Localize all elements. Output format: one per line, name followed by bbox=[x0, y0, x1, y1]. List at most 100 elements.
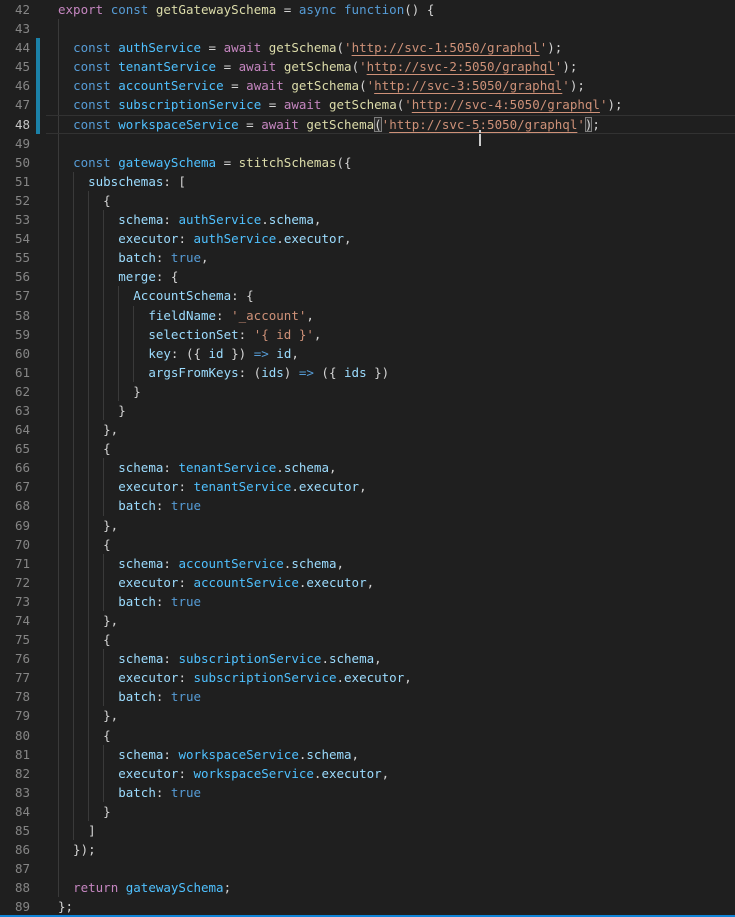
code-line-content[interactable]: executor: subscriptionService.executor, bbox=[58, 668, 735, 687]
code-line-content[interactable]: schema: authService.schema, bbox=[58, 210, 735, 229]
line-number[interactable]: 54 bbox=[0, 229, 30, 248]
modified-lines-indicator[interactable] bbox=[36, 76, 40, 95]
code-line-content[interactable]: const tenantService = await getSchema('h… bbox=[58, 57, 735, 76]
line-number[interactable]: 59 bbox=[0, 325, 30, 344]
line-number[interactable]: 61 bbox=[0, 363, 30, 382]
code-line-content[interactable] bbox=[58, 859, 735, 878]
line-number[interactable]: 42 bbox=[0, 0, 30, 19]
code-line-content[interactable]: fieldName: '_account', bbox=[58, 306, 735, 325]
line-number[interactable]: 88 bbox=[0, 878, 30, 897]
line-number[interactable]: 75 bbox=[0, 630, 30, 649]
line-number[interactable]: 80 bbox=[0, 726, 30, 745]
code-line-content[interactable]: const gatewaySchema = stitchSchemas({ bbox=[58, 153, 735, 172]
code-line-content[interactable]: }, bbox=[58, 706, 735, 725]
code-line-content[interactable]: const workspaceService = await getSchema… bbox=[58, 115, 735, 134]
code-line-content[interactable]: executor: workspaceService.executor, bbox=[58, 764, 735, 783]
modified-lines-indicator[interactable] bbox=[36, 95, 40, 114]
code-line-content[interactable]: argsFromKeys: (ids) => ({ ids }) bbox=[58, 363, 735, 382]
code-line-content[interactable]: } bbox=[58, 401, 735, 420]
line-number[interactable]: 67 bbox=[0, 477, 30, 496]
code-line-content[interactable]: executor: accountService.executor, bbox=[58, 573, 735, 592]
line-number[interactable]: 64 bbox=[0, 420, 30, 439]
line-number[interactable]: 55 bbox=[0, 248, 30, 267]
line-number[interactable]: 73 bbox=[0, 592, 30, 611]
line-number[interactable]: 78 bbox=[0, 687, 30, 706]
code-line-content[interactable]: merge: { bbox=[58, 267, 735, 286]
line-number[interactable]: 65 bbox=[0, 439, 30, 458]
line-number[interactable]: 79 bbox=[0, 706, 30, 725]
code-line-content[interactable]: selectionSet: '{ id }', bbox=[58, 325, 735, 344]
code-line-content[interactable]: subschemas: [ bbox=[58, 172, 735, 191]
code-line-content[interactable]: batch: true bbox=[58, 592, 735, 611]
line-number[interactable]: 60 bbox=[0, 344, 30, 363]
code-line-content[interactable]: executor: tenantService.executor, bbox=[58, 477, 735, 496]
code-line-content[interactable]: }, bbox=[58, 420, 735, 439]
line-number[interactable]: 68 bbox=[0, 496, 30, 515]
line-number[interactable]: 49 bbox=[0, 134, 30, 153]
line-number[interactable]: 82 bbox=[0, 764, 30, 783]
line-number[interactable]: 63 bbox=[0, 401, 30, 420]
code-token: : bbox=[156, 785, 171, 800]
code-line-content[interactable]: batch: true, bbox=[58, 248, 735, 267]
line-number[interactable]: 52 bbox=[0, 191, 30, 210]
code-line-content[interactable]: schema: subscriptionService.schema, bbox=[58, 649, 735, 668]
line-number[interactable]: 45 bbox=[0, 57, 30, 76]
line-number[interactable]: 77 bbox=[0, 668, 30, 687]
code-line-content[interactable]: export const getGatewaySchema = async fu… bbox=[58, 0, 735, 19]
code-line-content[interactable]: batch: true bbox=[58, 783, 735, 802]
line-number[interactable]: 87 bbox=[0, 859, 30, 878]
line-number[interactable]: 84 bbox=[0, 802, 30, 821]
line-number[interactable]: 48 bbox=[0, 115, 30, 134]
code-line-content[interactable]: }, bbox=[58, 516, 735, 535]
code-line-content[interactable]: key: ({ id }) => id, bbox=[58, 344, 735, 363]
code-line-content[interactable]: batch: true bbox=[58, 496, 735, 515]
line-number[interactable]: 47 bbox=[0, 95, 30, 114]
code-line-content[interactable]: schema: tenantService.schema, bbox=[58, 458, 735, 477]
code-line-content[interactable]: { bbox=[58, 726, 735, 745]
code-line-content[interactable] bbox=[58, 19, 735, 38]
line-number[interactable]: 43 bbox=[0, 19, 30, 38]
line-number[interactable]: 62 bbox=[0, 382, 30, 401]
line-number[interactable]: 44 bbox=[0, 38, 30, 57]
line-number[interactable]: 81 bbox=[0, 745, 30, 764]
modified-lines-indicator[interactable] bbox=[36, 115, 40, 134]
line-number[interactable]: 71 bbox=[0, 554, 30, 573]
line-number[interactable]: 66 bbox=[0, 458, 30, 477]
code-line-content[interactable]: { bbox=[58, 191, 735, 210]
code-line-content[interactable]: return gatewaySchema; bbox=[58, 878, 735, 897]
code-line-content[interactable]: { bbox=[58, 630, 735, 649]
code-line-content[interactable]: ] bbox=[58, 821, 735, 840]
line-number[interactable]: 70 bbox=[0, 535, 30, 554]
code-line-content[interactable]: schema: workspaceService.schema, bbox=[58, 745, 735, 764]
line-number[interactable]: 69 bbox=[0, 516, 30, 535]
code-line-content[interactable] bbox=[58, 134, 735, 153]
code-line-content[interactable]: executor: authService.executor, bbox=[58, 229, 735, 248]
modified-lines-indicator[interactable] bbox=[36, 57, 40, 76]
code-line-content[interactable]: const subscriptionService = await getSch… bbox=[58, 95, 735, 114]
code-line-content[interactable]: { bbox=[58, 535, 735, 554]
line-number[interactable]: 76 bbox=[0, 649, 30, 668]
line-number[interactable]: 46 bbox=[0, 76, 30, 95]
line-number[interactable]: 53 bbox=[0, 210, 30, 229]
line-number[interactable]: 51 bbox=[0, 172, 30, 191]
code-line-content[interactable]: batch: true bbox=[58, 687, 735, 706]
code-line-content[interactable]: }); bbox=[58, 840, 735, 859]
line-number[interactable]: 86 bbox=[0, 840, 30, 859]
code-line-content[interactable]: }, bbox=[58, 611, 735, 630]
code-line-content[interactable]: schema: accountService.schema, bbox=[58, 554, 735, 573]
code-line-content[interactable]: const accountService = await getSchema('… bbox=[58, 76, 735, 95]
code-line-content[interactable]: { bbox=[58, 439, 735, 458]
modified-lines-indicator[interactable] bbox=[36, 38, 40, 57]
line-number[interactable]: 83 bbox=[0, 783, 30, 802]
line-number[interactable]: 72 bbox=[0, 573, 30, 592]
line-number[interactable]: 56 bbox=[0, 267, 30, 286]
line-number[interactable]: 85 bbox=[0, 821, 30, 840]
code-line-content[interactable]: const authService = await getSchema('htt… bbox=[58, 38, 735, 57]
code-line-content[interactable]: } bbox=[58, 382, 735, 401]
line-number[interactable]: 74 bbox=[0, 611, 30, 630]
line-number[interactable]: 58 bbox=[0, 306, 30, 325]
code-line-content[interactable]: AccountSchema: { bbox=[58, 286, 735, 305]
code-line-content[interactable]: } bbox=[58, 802, 735, 821]
line-number[interactable]: 57 bbox=[0, 286, 30, 305]
line-number[interactable]: 50 bbox=[0, 153, 30, 172]
